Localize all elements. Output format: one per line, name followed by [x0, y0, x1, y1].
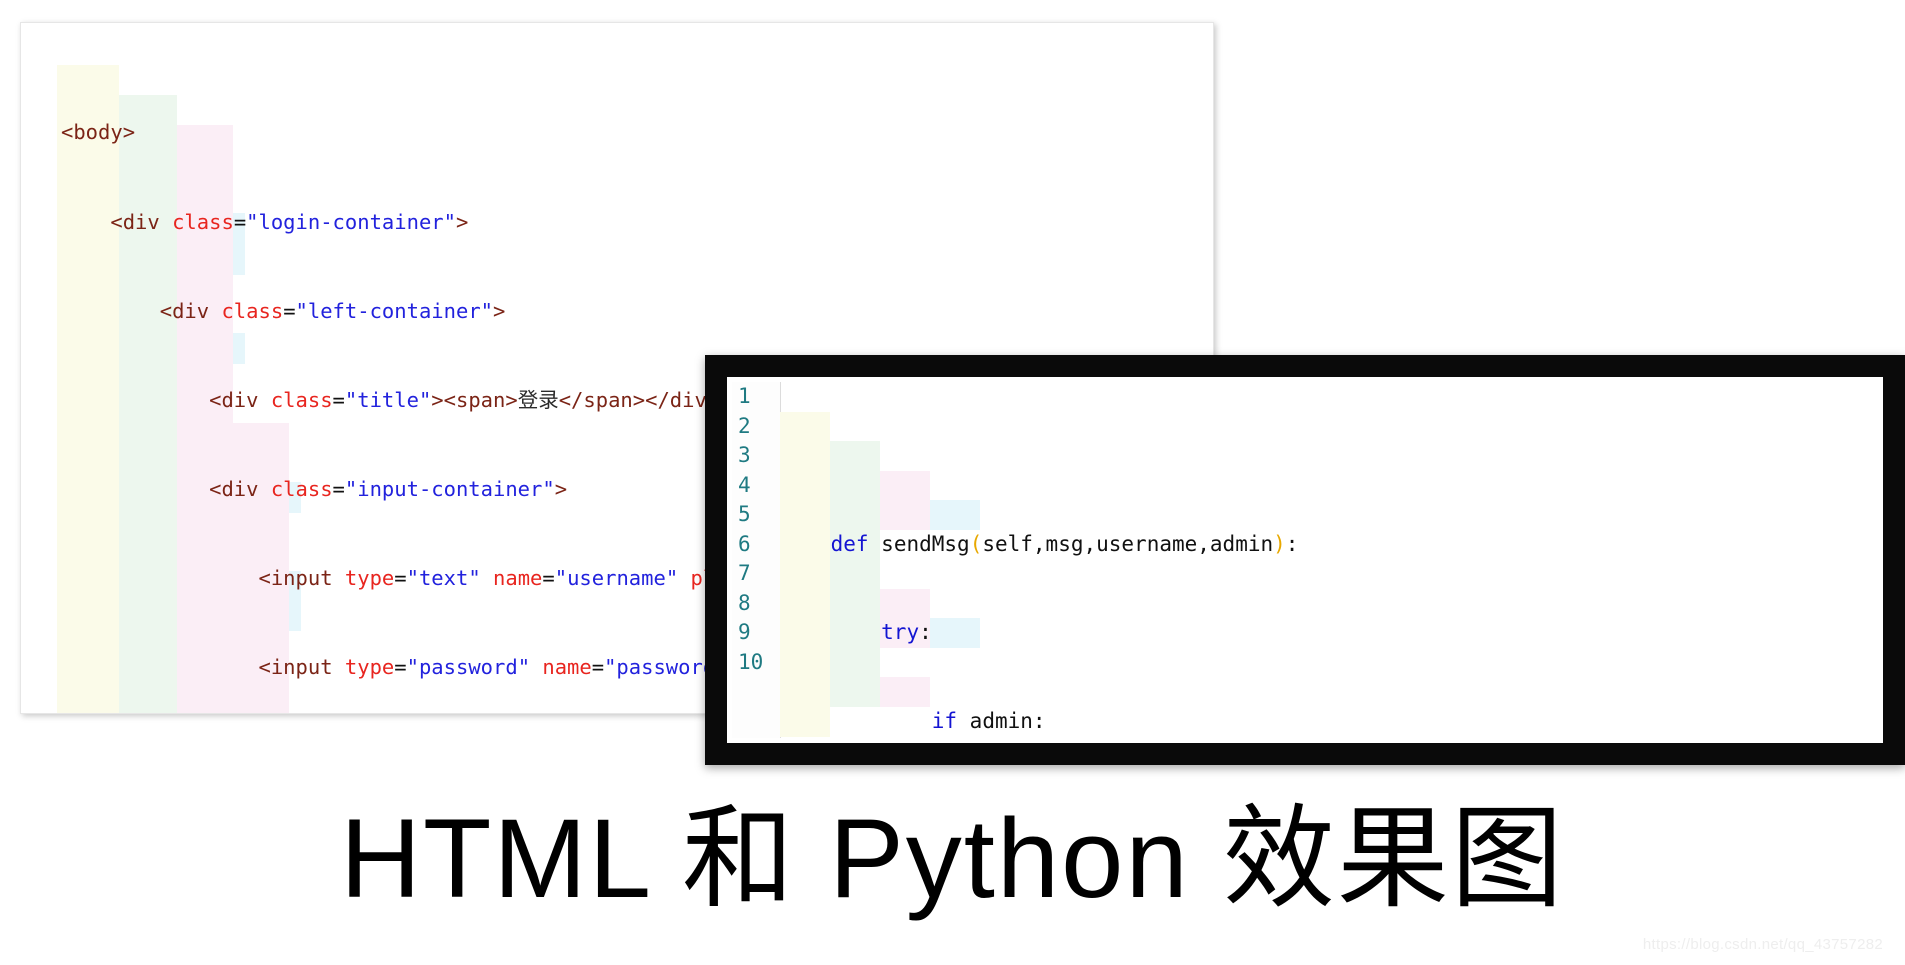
- line-number: 10: [738, 649, 764, 674]
- line-number: 3: [738, 443, 751, 467]
- code-line: <div class="login-container">: [110, 209, 469, 234]
- code-line: <body>: [61, 120, 136, 145]
- python-code-panel[interactable]: 1 2 3 4 5 6 7 8 9 10 def sendMsg(self,ms…: [732, 382, 1878, 738]
- line-number: 2: [738, 413, 751, 438]
- line-number: 7: [738, 561, 751, 585]
- line-number: 6: [738, 531, 751, 556]
- line-number: 4: [738, 472, 751, 497]
- line-number-gutter: 1 2 3 4 5 6 7 8 9 10: [732, 382, 781, 738]
- code-line: if admin:: [931, 708, 1046, 733]
- figure-caption: HTML 和 Python 效果图: [340, 796, 1565, 921]
- code-line: def sendMsg(self,msg,username,admin):: [830, 531, 1299, 556]
- code-line: try:: [881, 620, 932, 644]
- line-number: 1: [738, 384, 751, 408]
- line-number: 8: [738, 590, 751, 615]
- code-line: <div class="left-container">: [159, 298, 506, 323]
- line-number: 5: [738, 502, 751, 526]
- python-code-frame: 1 2 3 4 5 6 7 8 9 10 def sendMsg(self,ms…: [705, 355, 1905, 765]
- line-number: 9: [738, 620, 751, 644]
- python-code-text[interactable]: def sendMsg(self,msg,username,admin): tr…: [780, 382, 1878, 738]
- watermark-url: https://blog.csdn.net/qq_43757282: [1642, 936, 1883, 953]
